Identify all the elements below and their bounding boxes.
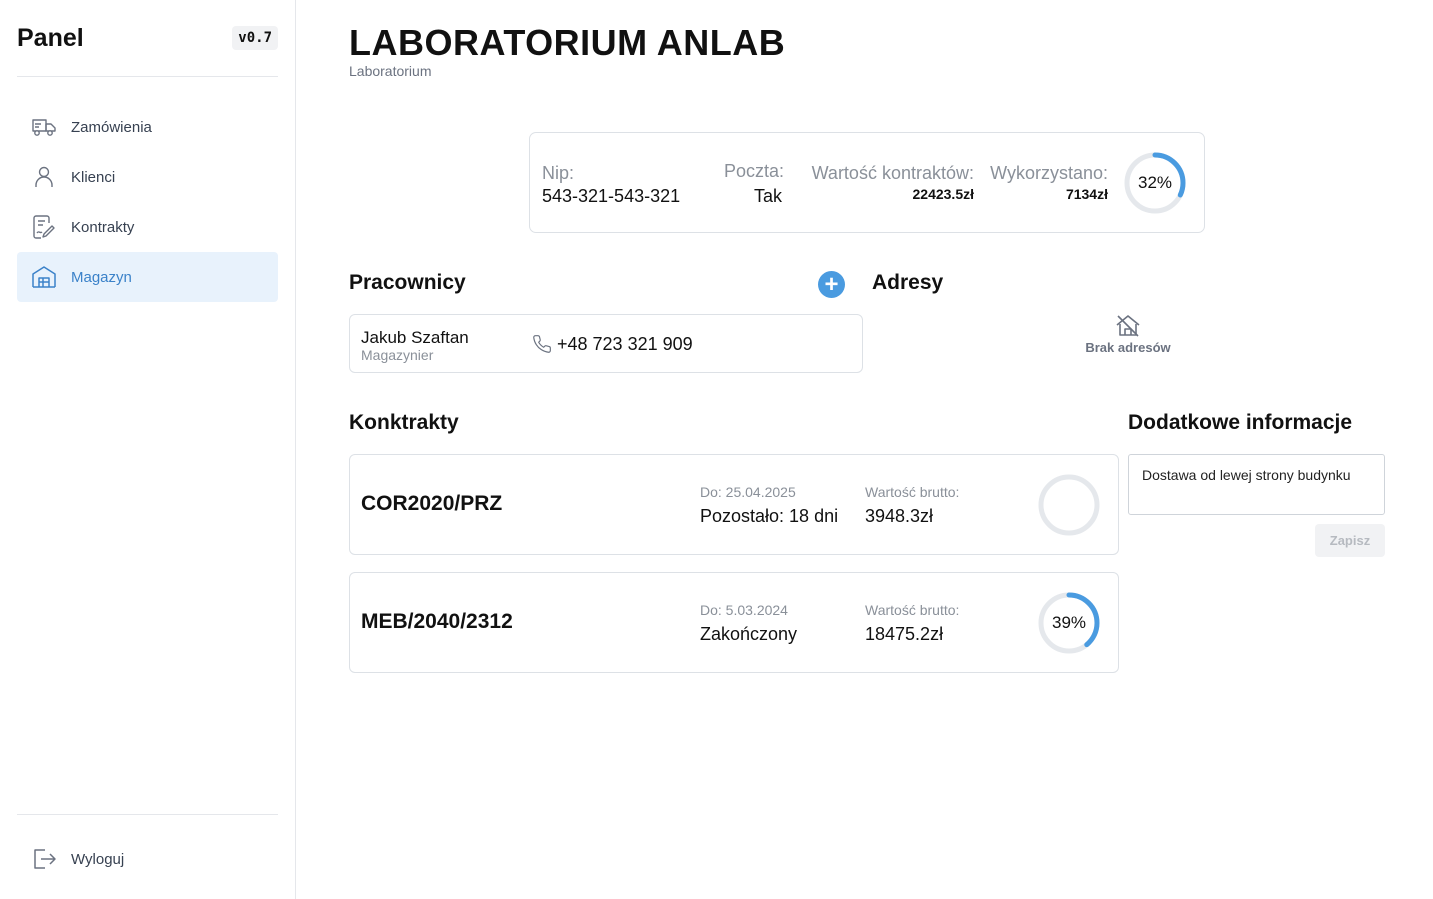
sidebar: Panel v0.7 Zamówienia Klienci Kontrakty …	[0, 0, 296, 899]
contract-progress-label	[1037, 473, 1101, 537]
nip-value: 543-321-543-321	[542, 186, 681, 206]
contract-due-date: Do: 5.03.2024	[700, 602, 788, 618]
nip-label: Nip:	[542, 163, 575, 183]
page-subtitle: Laboratorium	[349, 63, 432, 79]
sidebar-item-kontrakty[interactable]: Kontrakty	[17, 202, 278, 252]
contract-value: 18475.2zł	[865, 624, 944, 644]
addresses-empty-text: Brak adresów	[1085, 340, 1171, 355]
contract-status: Pozostało: 18 dni	[700, 506, 839, 526]
stat-used: Wykorzystano: 7134zł	[988, 163, 1108, 202]
save-button[interactable]: Zapisz	[1315, 524, 1385, 557]
main-content: LABORATORIUM ANLAB Laboratorium Nip: 543…	[296, 0, 1433, 899]
poczta-value: Tak	[753, 186, 782, 206]
brand-title: Panel	[17, 23, 84, 52]
logout-button[interactable]: Wyloguj	[17, 834, 278, 884]
contract-id: MEB/2040/2312	[361, 610, 513, 633]
usage-percent-label: 32%	[1137, 173, 1173, 192]
contract-progress-ring	[1037, 473, 1101, 537]
worker-phone: +48 723 321 909	[557, 334, 693, 354]
addresses-title: Adresy	[872, 271, 944, 294]
contracts-title: Konktrakty	[349, 411, 459, 434]
used-value: 7134zł	[1065, 186, 1108, 202]
contract-value: 3948.3zł	[865, 506, 934, 526]
stat-nip: Nip: 543-321-543-321	[542, 163, 680, 207]
sidebar-item-label: Magazyn	[71, 268, 132, 286]
contract-card[interactable]: MEB/2040/2312 Do: 5.03.2024 Zakończony W…	[349, 572, 1119, 673]
sidebar-item-label: Klienci	[71, 168, 116, 186]
contract-card[interactable]: COR2020/PRZ Do: 25.04.2025 Pozostało: 18…	[349, 454, 1119, 555]
contract-value-label: Wartość brutto:	[865, 484, 960, 500]
contract-progress-ring: 39%	[1037, 591, 1101, 655]
contracts-value: 22423.5zł	[912, 186, 975, 202]
worker-name: Jakub Szaftan	[361, 328, 469, 347]
truck-icon	[31, 114, 57, 140]
user-icon	[31, 164, 57, 190]
stat-contracts-value: Wartość kontraktów: 22423.5zł	[806, 163, 974, 202]
client-stats-card: Nip: 543-321-543-321 Poczta: Tak Wartość…	[529, 132, 1205, 233]
contracts-value-label: Wartość kontraktów:	[811, 163, 974, 183]
usage-progress-ring: 32%	[1123, 151, 1187, 215]
workers-title: Pracownicy	[349, 271, 466, 294]
addresses-empty-state: Brak adresów	[1068, 313, 1188, 355]
app-root: Panel v0.7 Zamówienia Klienci Kontrakty …	[0, 0, 1433, 899]
sidebar-footer: Wyloguj	[17, 814, 278, 884]
extra-info-title: Dodatkowe informacje	[1128, 411, 1353, 434]
contract-value-label: Wartość brutto:	[865, 602, 960, 618]
page-title: LABORATORIUM ANLAB	[349, 22, 786, 63]
warehouse-icon	[31, 264, 57, 290]
poczta-label: Poczta:	[724, 161, 785, 181]
logout-icon	[31, 846, 57, 872]
sidebar-item-magazyn[interactable]: Magazyn	[17, 252, 278, 302]
stat-poczta: Poczta: Tak	[724, 161, 785, 207]
phone-icon	[532, 334, 552, 354]
brand-row: Panel v0.7	[17, 0, 278, 77]
logout-label: Wyloguj	[71, 850, 125, 868]
sidebar-item-label: Zamówienia	[71, 118, 152, 136]
used-label: Wykorzystano:	[990, 163, 1108, 183]
sidebar-item-zamowienia[interactable]: Zamówienia	[17, 102, 278, 152]
contract-due-date: Do: 25.04.2025	[700, 484, 796, 500]
contract-id: COR2020/PRZ	[361, 492, 503, 515]
contract-progress-label: 39%	[1051, 613, 1087, 632]
worker-card[interactable]: Jakub Szaftan Magazynier +48 723 321 909	[349, 314, 863, 373]
contract-icon	[31, 214, 57, 240]
contract-status: Zakończony	[700, 624, 798, 644]
sidebar-nav: Zamówienia Klienci Kontrakty Magazyn	[17, 102, 278, 302]
sidebar-item-klienci[interactable]: Klienci	[17, 152, 278, 202]
extra-info-textarea[interactable]: Dostawa od lewej strony budynku	[1128, 454, 1385, 515]
add-worker-button[interactable]: +	[818, 271, 845, 298]
worker-role: Magazynier	[361, 347, 434, 363]
no-home-icon	[1115, 313, 1141, 339]
version-badge: v0.7	[232, 26, 278, 50]
sidebar-item-label: Kontrakty	[71, 218, 135, 236]
